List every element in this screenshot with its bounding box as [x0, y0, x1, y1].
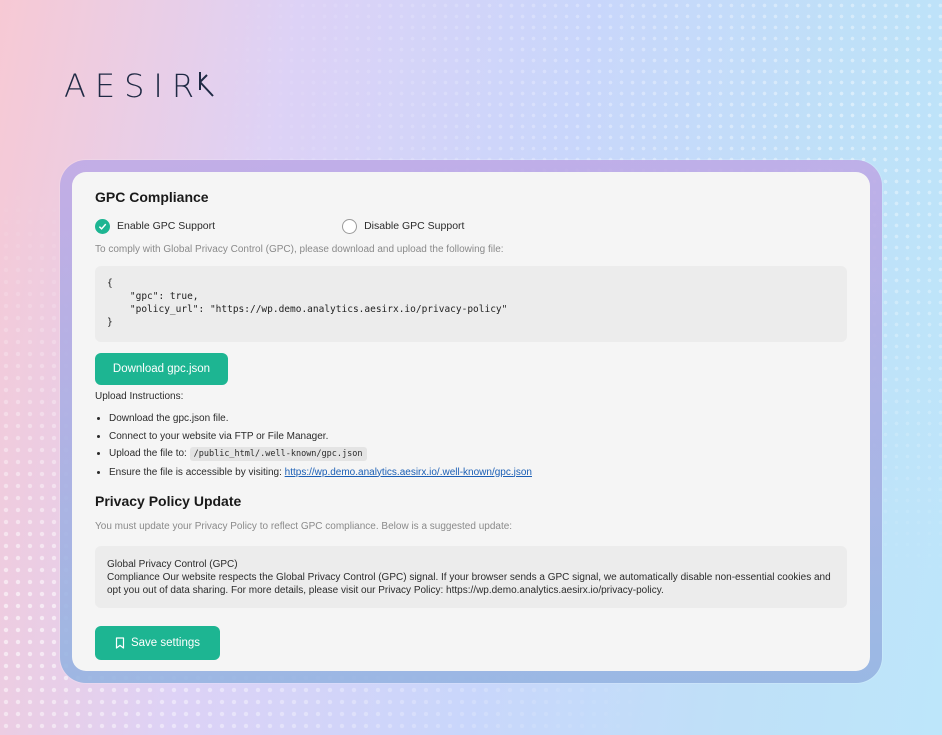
list-item: Upload the file to: /public_html/.well-k…	[109, 445, 847, 464]
step-text: Download the gpc.json file.	[109, 413, 229, 424]
save-settings-label: Save settings	[130, 637, 201, 649]
upload-steps-list: Download the gpc.json file. Connect to y…	[95, 410, 847, 481]
download-gpc-button[interactable]: Download gpc.json	[95, 353, 228, 385]
list-item: Download the gpc.json file.	[109, 410, 847, 428]
policy-heading: Global Privacy Control (GPC)	[107, 559, 238, 570]
unchecked-radio-icon	[342, 218, 358, 234]
disable-gpc-radio[interactable]: Disable GPC Support	[342, 218, 465, 234]
aesirx-logo: AESIR	[64, 68, 215, 104]
upload-instructions-title: Upload Instructions:	[95, 391, 184, 402]
enable-gpc-radio[interactable]: Enable GPC Support	[95, 218, 216, 234]
gpc-file-link[interactable]: https://wp.demo.analytics.aesirx.io/.wel…	[285, 467, 532, 478]
gpc-instruction: To comply with Global Privacy Control (G…	[95, 244, 504, 255]
step-text: Connect to your website via FTP or File …	[109, 430, 329, 442]
gpc-section-title: GPC Compliance	[95, 189, 209, 205]
step-text: Upload the file to:	[109, 448, 187, 459]
settings-card: GPC Compliance Enable GPC Support Disabl…	[72, 172, 870, 671]
policy-instruction: You must update your Privacy Policy to r…	[95, 521, 513, 532]
logo-x-mark-icon	[199, 72, 214, 97]
bookmark-icon	[115, 637, 125, 649]
disable-gpc-label: Disable GPC Support	[364, 220, 465, 232]
upload-path-code: /public_html/.well-known/gpc.json	[189, 447, 367, 461]
step-text: Ensure the file is accessible by visitin…	[109, 466, 282, 478]
gpc-json-code: { "gpc": true, "policy_url": "https://wp…	[95, 266, 847, 342]
privacy-policy-title: Privacy Policy Update	[95, 493, 242, 509]
list-item: Connect to your website via FTP or File …	[109, 428, 847, 446]
save-settings-button[interactable]: Save settings	[95, 626, 220, 660]
policy-body: Compliance Our website respects the Glob…	[107, 572, 831, 596]
logo-text: AESIR	[64, 67, 204, 105]
suggested-policy-text: Global Privacy Control (GPC) Compliance …	[95, 546, 847, 608]
checked-radio-icon	[95, 218, 110, 234]
list-item: Ensure the file is accessible by visitin…	[109, 464, 847, 482]
gpc-radio-group: Enable GPC Support Disable GPC Support	[95, 218, 847, 234]
enable-gpc-label: Enable GPC Support	[117, 220, 216, 232]
